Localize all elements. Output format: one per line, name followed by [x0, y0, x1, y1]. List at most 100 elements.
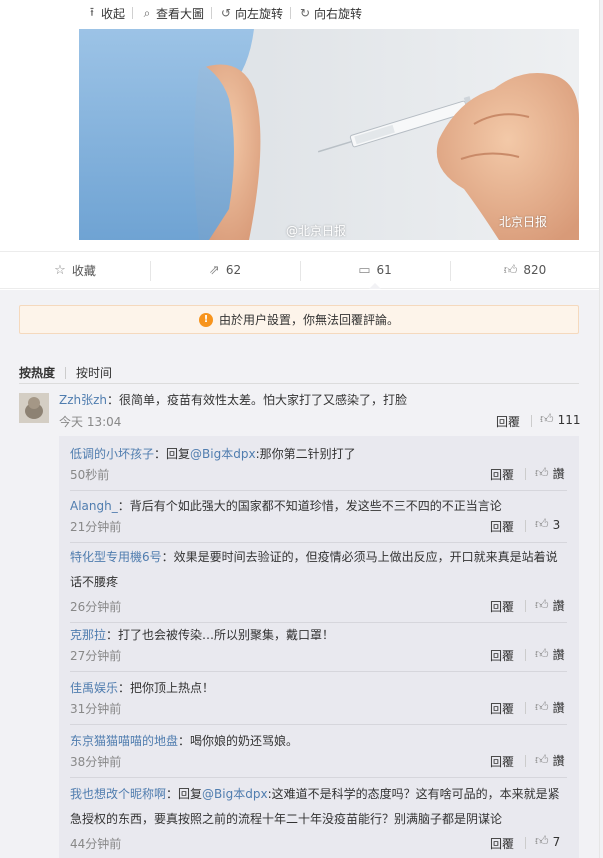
comment-button[interactable]: ▭ 61: [300, 252, 450, 289]
reply-time: 26分钟前: [70, 600, 122, 614]
reply-user[interactable]: 低调的小坏孩子: [70, 447, 154, 461]
tab-sort-hot[interactable]: 按热度: [19, 364, 55, 381]
view-large-button[interactable]: ⌕ 查看大圖: [133, 0, 211, 26]
reply-button[interactable]: 回覆: [490, 466, 514, 483]
reply-body: ：喝你娘的奶还骂娘。: [178, 734, 299, 748]
like-count: 820: [523, 263, 547, 277]
scrollbar-track[interactable]: [599, 0, 600, 858]
comment-count: 61: [376, 263, 392, 277]
reply-like-button[interactable]: 👍︎ 3: [535, 517, 560, 532]
reply-text-line2: 急授权的东西，要真按照之前的流程十年二十年没疫苗能行？别满脑子都是阴谋论: [70, 812, 503, 826]
reply-user[interactable]: 克那拉: [70, 628, 106, 642]
action-divider: [525, 520, 526, 532]
reply-text-line2: 话不腰疼: [70, 575, 119, 589]
reply-divider: [70, 724, 567, 725]
reply-button[interactable]: 回覆: [490, 835, 514, 852]
action-divider: [525, 755, 526, 767]
comment-icon: ▭: [358, 262, 371, 278]
reply-text: Alangh_：背后有个如此强大的国家都不知道珍惜，发这些不三不四的不正当言论: [70, 497, 502, 514]
repost-count: 62: [225, 263, 242, 277]
reply-like-count: 7: [552, 834, 561, 849]
post-photo[interactable]: @北京日报 北京日报: [79, 29, 579, 240]
rotate-left-icon: ↺: [221, 6, 232, 20]
reply-like-button[interactable]: 👍︎ 讚: [535, 699, 565, 716]
reply-body-continued: :那你第二针别打了: [255, 447, 356, 461]
main-comment-reply-button[interactable]: 回覆: [496, 413, 520, 430]
rotate-left-button[interactable]: ↺ 向左旋转: [212, 0, 290, 26]
action-divider: [525, 468, 526, 480]
thumbs-up-icon: 👍︎: [535, 647, 549, 662]
thumbs-up-icon: 👍︎: [535, 834, 549, 849]
action-divider: [525, 600, 526, 612]
reply-mention[interactable]: @Big本dpx: [190, 447, 256, 461]
thumbs-up-icon: 👍︎: [540, 412, 554, 427]
reply-button[interactable]: 回覆: [490, 700, 514, 717]
reply-body: ：效果是要时间去验证的，但疫情必须马上做出反应，开口就来真是站着说: [161, 550, 558, 564]
reply-divider: [70, 542, 567, 543]
thumbs-up-icon: 👍︎: [535, 466, 549, 481]
watermark-left: @北京日报: [286, 224, 347, 238]
reply-time: 38分钟前: [70, 755, 122, 769]
view-large-label: 查看大圖: [156, 6, 205, 21]
main-comment-time: 今天 13:04: [59, 415, 122, 429]
action-divider: [525, 702, 526, 714]
repost-icon: ⇗: [208, 262, 220, 278]
image-toolbar: ⭱ 收起 ⌕ 查看大圖 ↺ 向左旋转 ↻ 向右旋转: [78, 0, 369, 26]
reply-like-button[interactable]: 👍︎ 7: [535, 834, 560, 849]
reply-text: 东京猫猫喵喵的地盘：喝你娘的奶还骂娘。: [70, 732, 298, 749]
reply-divider: [70, 622, 567, 623]
reply-button[interactable]: 回覆: [490, 647, 514, 664]
reply-like-count: 讚: [552, 701, 565, 715]
reply-user[interactable]: 东京猫猫喵喵的地盘: [70, 734, 178, 748]
vaccine-injection-illustration: [79, 29, 579, 240]
avatar[interactable]: [19, 393, 49, 423]
rotate-right-icon: ↻: [300, 6, 311, 20]
reply-button[interactable]: 回覆: [490, 598, 514, 615]
avatar-image: [19, 393, 49, 423]
main-comment-like-count: 111: [557, 412, 581, 427]
star-icon: ☆: [54, 262, 66, 278]
tab-sort-time[interactable]: 按时间: [76, 364, 112, 381]
reply-body: ：回复: [166, 787, 203, 801]
main-comment-body: ：很简单，疫苗有效性太差。怕大家打了又感染了，打脸: [107, 393, 408, 407]
rotate-left-label: 向左旋转: [235, 6, 284, 21]
reply-divider: [70, 490, 567, 491]
comment-sort-tabs: 按热度 按时间: [19, 364, 112, 381]
reply-disabled-notice: ! 由於用户設置，你無法回覆評論。: [19, 305, 579, 334]
main-comment-like-button[interactable]: 👍︎ 111: [540, 412, 581, 427]
reply-user[interactable]: Alangh_: [70, 499, 118, 513]
reply-like-button[interactable]: 👍︎ 讚: [535, 752, 565, 769]
main-comment-user[interactable]: Zzh张zh: [59, 393, 107, 407]
reply-like-count: 讚: [552, 467, 565, 481]
action-divider: [525, 649, 526, 661]
tab-divider: [65, 366, 67, 379]
reply-user[interactable]: 我也想改个昵称啊: [70, 787, 166, 801]
collapse-button[interactable]: ⭱ 收起: [78, 0, 132, 26]
reply-like-button[interactable]: 👍︎ 讚: [535, 646, 565, 663]
repost-button[interactable]: ⇗ 62: [150, 252, 300, 288]
reply-like-count: 3: [552, 517, 561, 532]
favorite-button[interactable]: ☆ 收藏: [0, 252, 150, 288]
reply-time: 31分钟前: [70, 702, 122, 716]
like-button[interactable]: 👍︎ 820: [450, 252, 600, 288]
reply-button[interactable]: 回覆: [490, 753, 514, 770]
reply-like-button[interactable]: 👍︎ 讚: [535, 465, 565, 482]
reply-like-button[interactable]: 👍︎ 讚: [535, 597, 565, 614]
reply-user[interactable]: 佳禹娱乐: [70, 681, 118, 695]
reply-time: 44分钟前: [70, 837, 122, 851]
reply-mention[interactable]: @Big本dpx: [202, 787, 268, 801]
main-comment-text: Zzh张zh：很简单，疫苗有效性太差。怕大家打了又感染了，打脸: [59, 391, 407, 408]
thumbs-up-icon: 👍︎: [503, 262, 518, 278]
thumbs-up-icon: 👍︎: [535, 753, 549, 768]
rotate-right-button[interactable]: ↻ 向右旋转: [291, 0, 369, 26]
reply-text: 克那拉：打了也会被传染…所以别聚集，戴口罩！: [70, 626, 334, 643]
rotate-right-label: 向右旋转: [314, 6, 363, 21]
reply-user[interactable]: 特化型专用機6号: [70, 550, 162, 564]
reply-divider: [70, 777, 567, 778]
reply-text: 我也想改个昵称啊：回复@Big本dpx:这难道不是科学的态度吗？这有啥可品的，本…: [70, 785, 560, 802]
watermark-right: 北京日报: [499, 215, 548, 229]
thumbs-up-icon: 👍︎: [535, 598, 549, 613]
magnifier-icon: ⌕: [143, 5, 151, 20]
reply-like-count: 讚: [552, 648, 565, 662]
reply-button[interactable]: 回覆: [490, 518, 514, 535]
